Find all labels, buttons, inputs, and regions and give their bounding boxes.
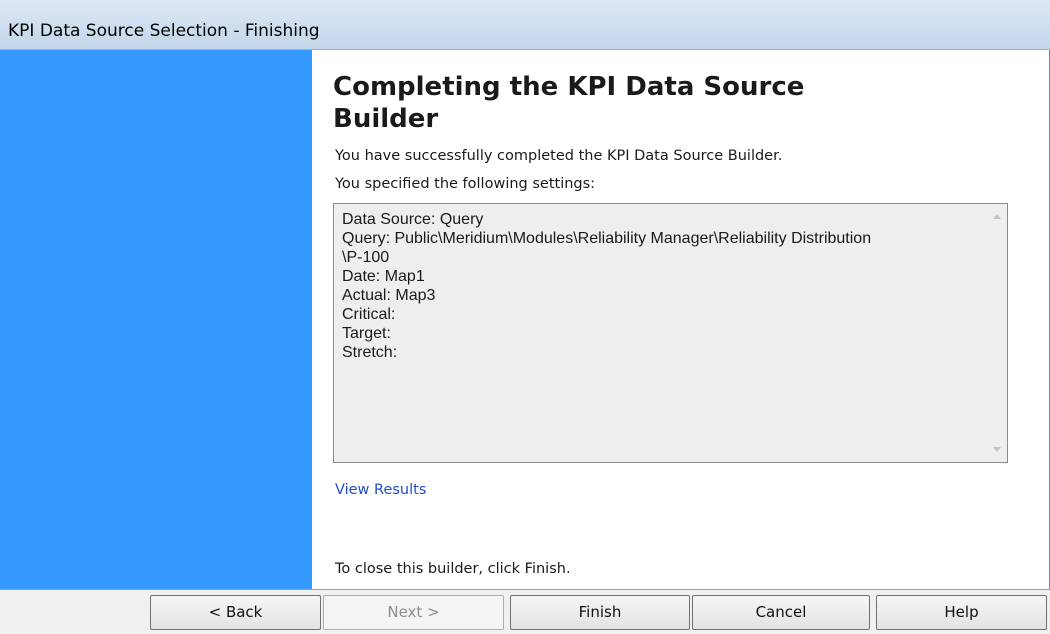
title-bar[interactable]: KPI Data Source Selection - Finishing	[0, 0, 1050, 50]
help-button[interactable]: Help	[876, 595, 1047, 630]
settings-line: Stretch:	[342, 344, 398, 361]
closing-instruction: To close this builder, click Finish.	[335, 561, 571, 577]
view-results-link[interactable]: View Results	[335, 482, 426, 498]
back-button[interactable]: < Back	[150, 595, 321, 630]
finish-button[interactable]: Finish	[510, 595, 690, 630]
settings-line: Actual: Map3	[342, 287, 436, 304]
vertical-scrollbar[interactable]	[988, 204, 1007, 462]
settings-intro: You specified the following settings:	[335, 176, 596, 192]
wizard-content: Completing the KPI Data Source Builder Y…	[312, 50, 1049, 589]
settings-line: Target:	[342, 325, 391, 342]
button-bar: < Back Next > Finish Cancel Help	[0, 589, 1050, 634]
window-title: KPI Data Source Selection - Finishing	[8, 21, 320, 41]
settings-line: Critical:	[342, 306, 396, 323]
success-message: You have successfully completed the KPI …	[335, 148, 783, 164]
next-button[interactable]: Next >	[323, 595, 504, 630]
settings-line: \P-100	[342, 249, 390, 266]
sidebar-banner	[0, 50, 312, 589]
page-heading: Completing the KPI Data Source Builder	[333, 72, 805, 134]
cancel-button[interactable]: Cancel	[692, 595, 870, 630]
scroll-down-arrow-icon[interactable]	[993, 447, 1001, 452]
scroll-up-arrow-icon[interactable]	[993, 214, 1001, 219]
settings-line: Query: Public\Meridium\Modules\Reliabili…	[342, 230, 872, 247]
settings-text: Data Source: Query Query: Public\Meridiu…	[342, 210, 992, 362]
settings-line: Data Source: Query	[342, 211, 484, 228]
settings-summary-box[interactable]: Data Source: Query Query: Public\Meridiu…	[333, 203, 1008, 463]
wizard-window: KPI Data Source Selection - Finishing Co…	[0, 0, 1050, 634]
settings-line: Date: Map1	[342, 268, 425, 285]
